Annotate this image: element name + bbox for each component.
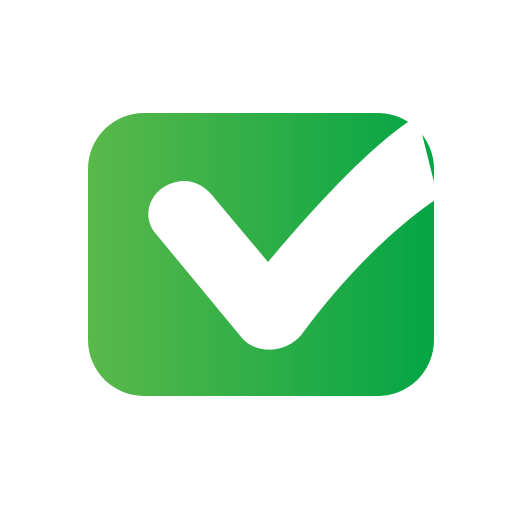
app-icon-canvas [0, 0, 512, 512]
checkmark-box-icon [88, 113, 438, 396]
